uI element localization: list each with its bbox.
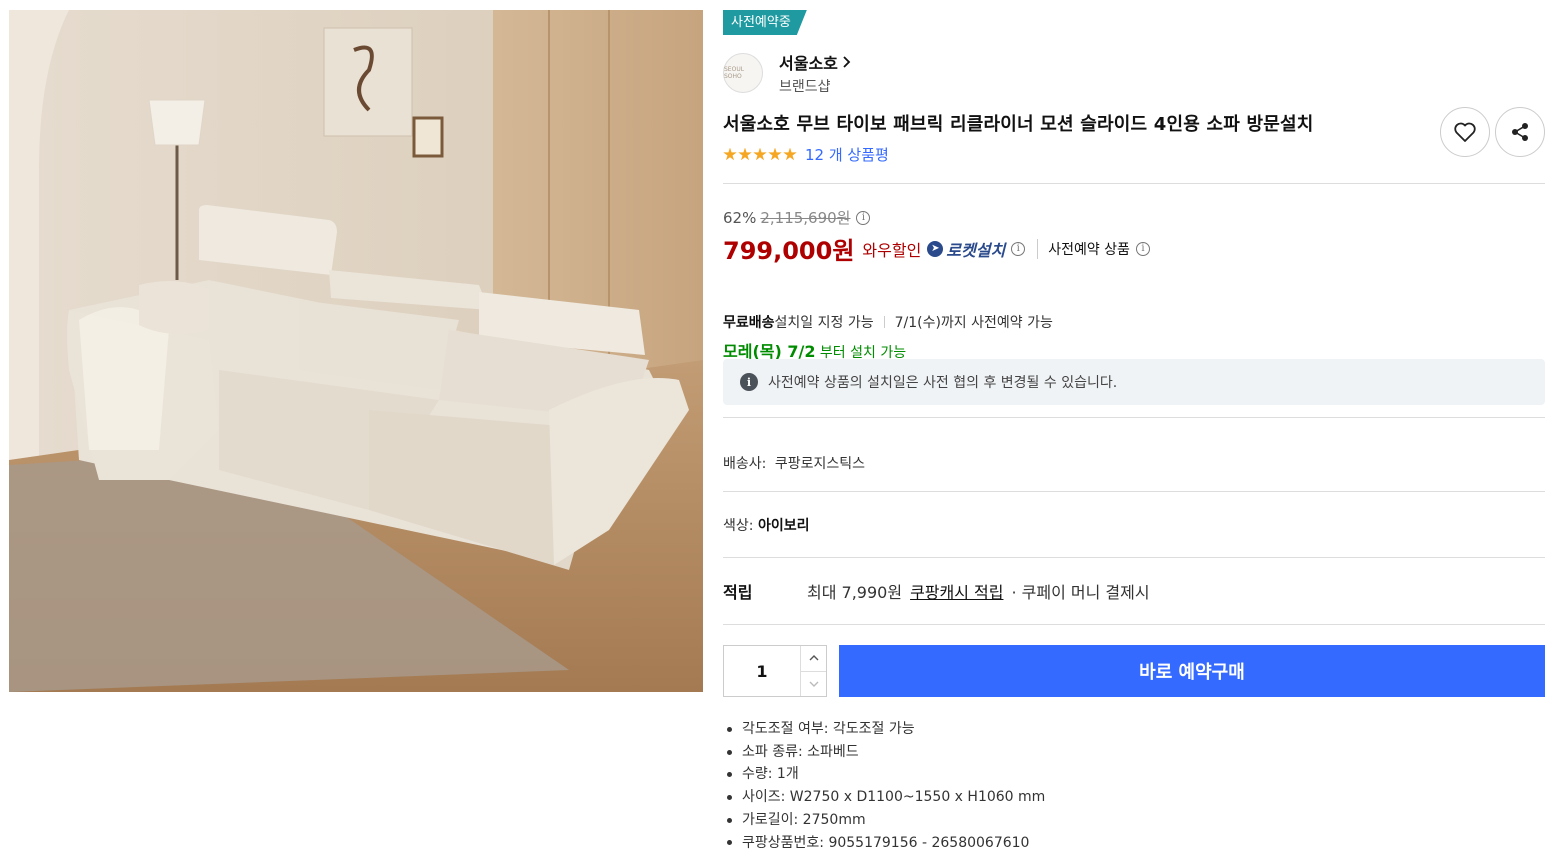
spec-item: 소파 종류: 소파베드	[723, 741, 1045, 764]
reward-row: 적립 최대 7,990원 쿠팡캐시 적립 · 쿠페이 머니 결제시	[723, 579, 1150, 603]
brand-sub-label: 브랜드샵	[779, 79, 831, 95]
info-icon[interactable]: i	[1135, 241, 1150, 256]
info-icon[interactable]: i	[1011, 241, 1026, 256]
carrier-label: 배송사:	[723, 456, 767, 472]
chevron-down-icon	[809, 681, 818, 687]
buy-now-button[interactable]: 바로 예약구매	[839, 645, 1545, 697]
color-label: 색상:	[723, 518, 754, 534]
brand-logo: SEOUL SOHO	[723, 53, 763, 93]
star-icon	[723, 147, 737, 161]
preorder-until-label: 7/1(수)까지 사전예약 가능	[894, 315, 1053, 331]
notice-text: 사전예약 상품의 설치일은 사전 협의 후 변경될 수 있습니다.	[768, 375, 1118, 391]
quantity-stepper[interactable]	[723, 645, 827, 697]
reward-max: 최대 7,990원	[807, 583, 903, 602]
original-price-row: 62% 2,115,690원 i	[723, 207, 871, 228]
carrier-row: 배송사: 쿠팡로지스틱스	[723, 453, 865, 473]
rocket-install-label: 로켓설치	[946, 240, 1006, 260]
spec-list: 각도조절 여부: 각도조절 가능 소파 종류: 소파베드 수량: 1개 사이즈:…	[723, 718, 1045, 854]
rating-summary[interactable]: 12 개 상품평	[723, 144, 889, 165]
share-icon	[1512, 123, 1528, 141]
quantity-input[interactable]	[724, 646, 800, 696]
separator	[883, 316, 885, 328]
star-rating	[723, 147, 797, 162]
chevron-right-icon	[843, 56, 851, 68]
rocket-icon: ➤	[927, 240, 944, 257]
brand-name[interactable]: 서울소호	[779, 50, 838, 74]
star-icon	[738, 147, 752, 161]
original-price: 2,115,690원	[760, 209, 851, 227]
color-value: 아이보리	[757, 518, 810, 534]
preorder-notice: i 사전예약 상품의 설치일은 사전 협의 후 변경될 수 있습니다.	[723, 359, 1545, 405]
quantity-decrease-button[interactable]	[801, 670, 826, 697]
preorder-badge: 사전예약중	[723, 10, 807, 35]
info-icon[interactable]: i	[856, 210, 871, 225]
divider	[723, 491, 1545, 492]
install-date-select-label: 설치일 지정 가능	[774, 315, 874, 331]
share-button[interactable]	[1495, 107, 1545, 157]
heart-icon	[1454, 122, 1476, 142]
spec-item: 각도조절 여부: 각도조절 가능	[723, 718, 1045, 741]
color-row: 색상: 아이보리	[723, 515, 809, 535]
divider	[723, 417, 1545, 418]
star-icon	[783, 147, 797, 161]
sale-price: 799,000원	[723, 237, 855, 265]
preorder-product-label: 사전예약 상품	[1037, 238, 1130, 259]
quantity-increase-button[interactable]	[801, 646, 826, 671]
divider	[723, 183, 1545, 184]
wow-discount-label: 와우할인	[862, 240, 922, 260]
reward-suffix: · 쿠페이 머니 결제시	[1011, 583, 1150, 602]
discount-rate: 62%	[723, 208, 757, 227]
sofa-illustration	[9, 10, 703, 692]
coupang-cash-link[interactable]: 쿠팡캐시 적립	[910, 579, 1003, 603]
rocket-install-badge: ➤ 로켓설치	[927, 237, 1005, 261]
spec-item: 수량: 1개	[723, 763, 1045, 786]
product-title: 서울소호 무브 타이보 패브릭 리클라이너 모션 슬라이드 4인용 소파 방문설…	[723, 114, 1314, 135]
free-shipping-label: 무료배송	[723, 315, 775, 331]
star-icon	[768, 147, 782, 161]
review-count-link[interactable]: 12 개 상품평	[805, 144, 889, 165]
carrier-value: 쿠팡로지스틱스	[774, 456, 865, 472]
reward-label: 적립	[723, 583, 753, 602]
star-icon	[753, 147, 767, 161]
divider	[723, 624, 1545, 625]
spec-item: 가로길이: 2750mm	[723, 809, 1045, 832]
chevron-up-icon	[809, 655, 818, 661]
info-icon: i	[740, 373, 758, 391]
sale-price-row: 799,000원 와우할인 ➤ 로켓설치 i 사전예약 상품 i	[723, 231, 1150, 266]
like-button[interactable]	[1440, 107, 1490, 157]
brand-shop-link[interactable]: SEOUL SOHO 서울소호 브랜드샵	[723, 50, 852, 96]
shipping-row: 무료배송 설치일 지정 가능 7/1(수)까지 사전예약 가능	[723, 312, 1053, 332]
spec-item: 사이즈: W2750 x D1100~1550 x H1060 mm	[723, 786, 1045, 809]
divider	[723, 557, 1545, 558]
product-image[interactable]	[9, 10, 703, 692]
spec-item: 쿠팡상품번호: 9055179156 - 26580067610	[723, 832, 1045, 855]
